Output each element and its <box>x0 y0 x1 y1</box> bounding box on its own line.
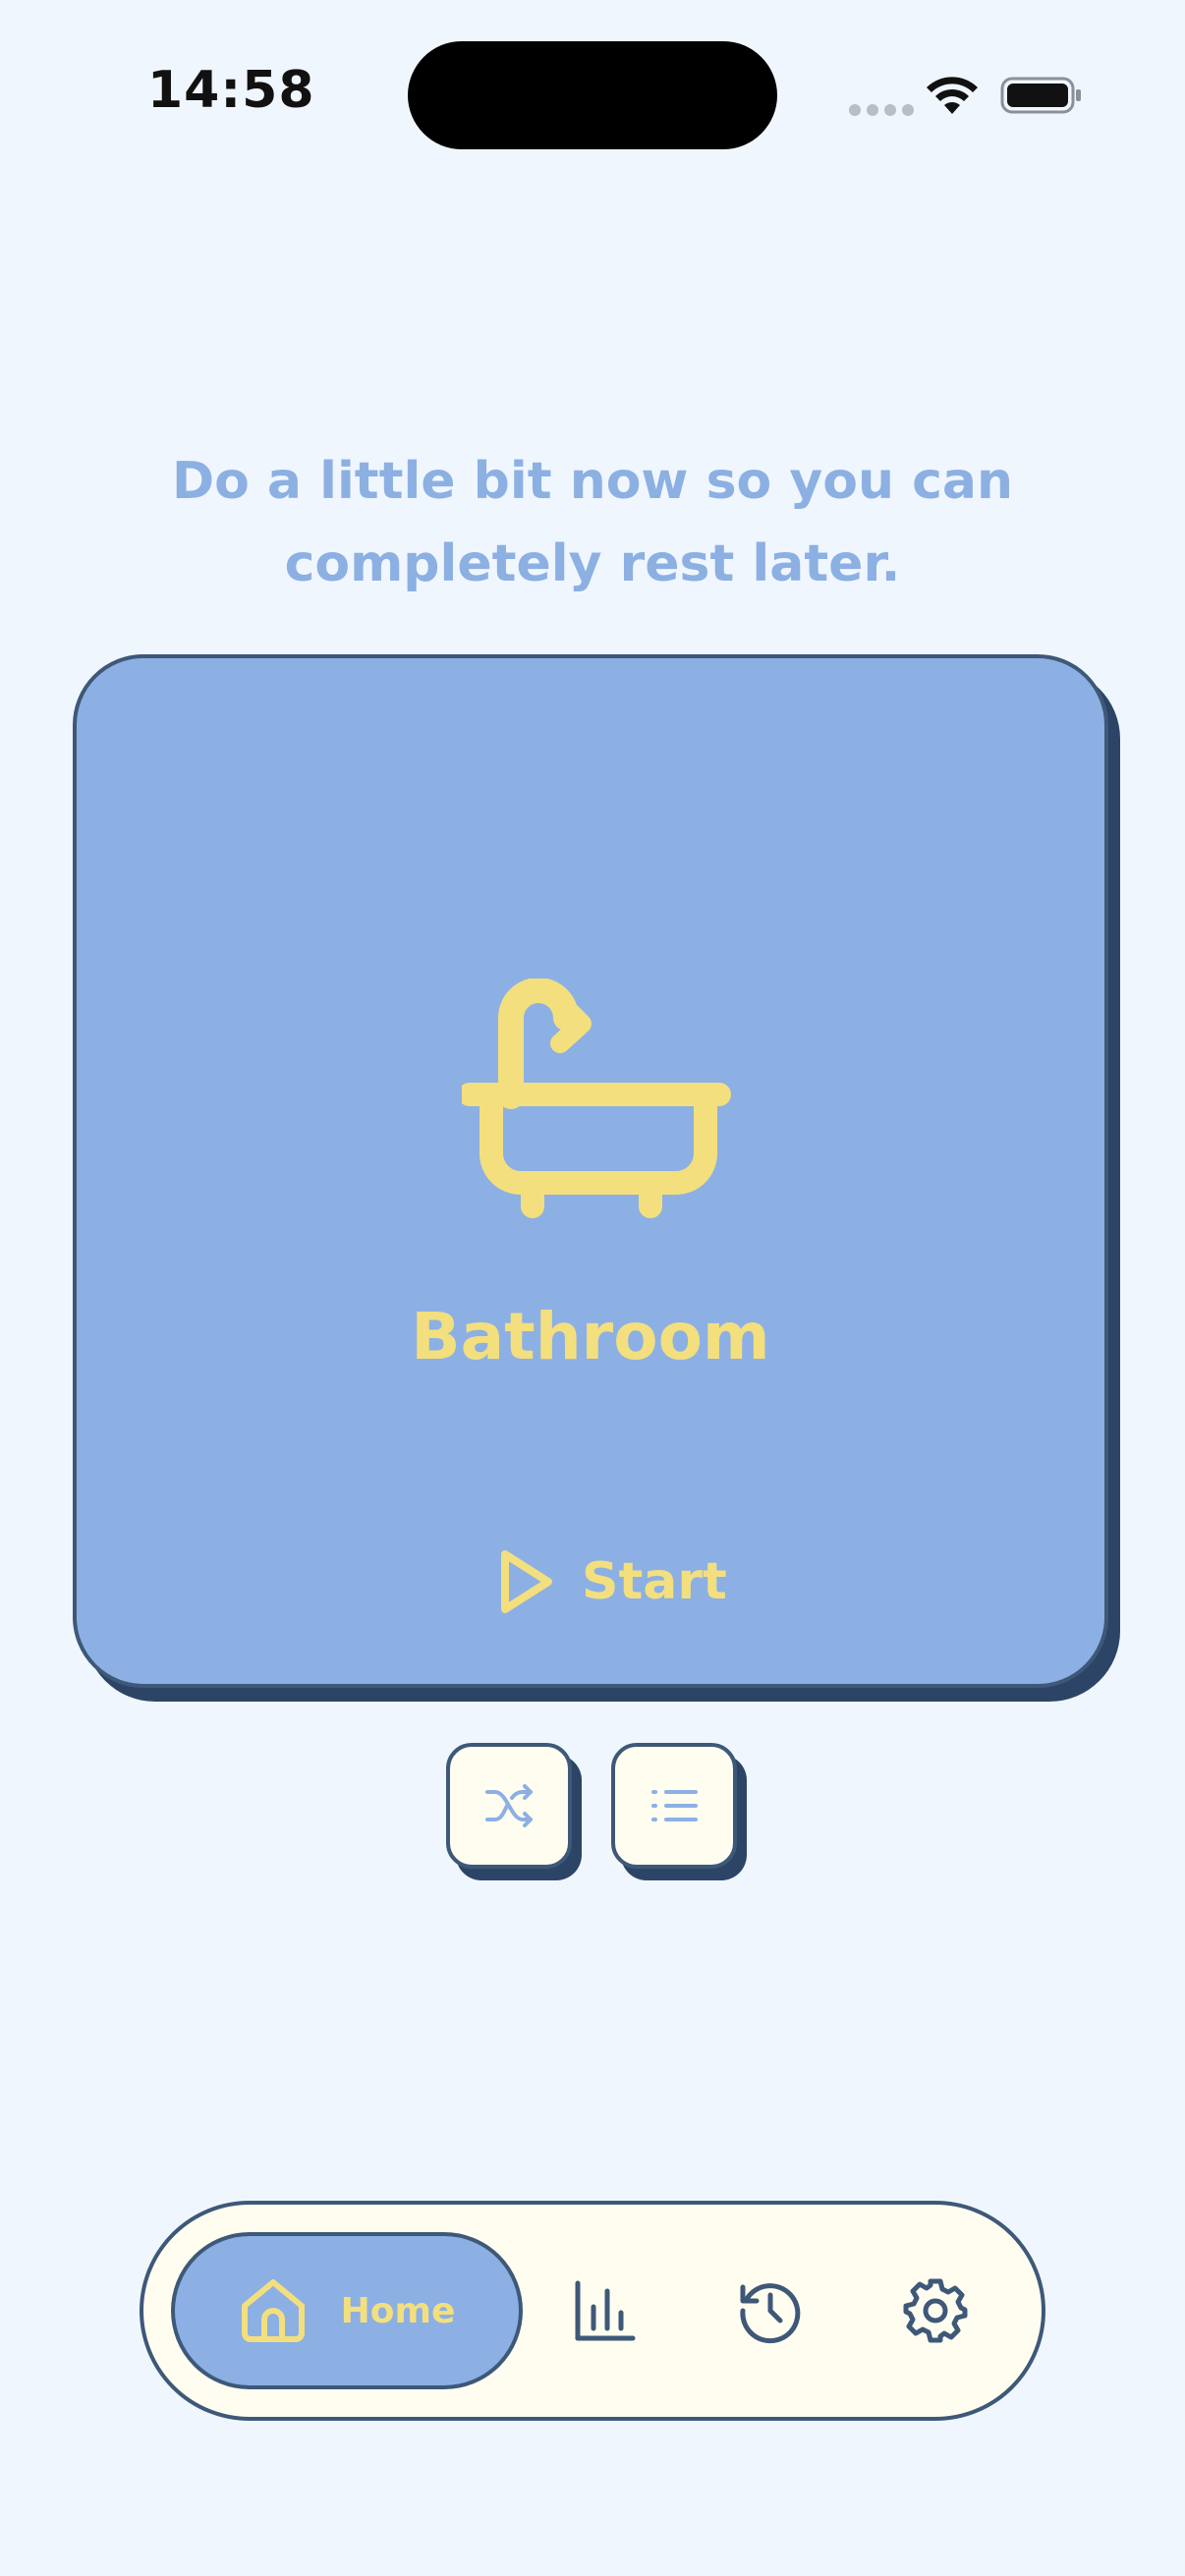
home-icon <box>241 2279 305 2342</box>
start-label: Start <box>582 1552 727 1611</box>
status-time: 14:58 <box>147 61 315 120</box>
tab-history[interactable] <box>723 2264 818 2358</box>
motivational-quote: Do a little bit now so you can completel… <box>171 452 1014 593</box>
shuffle-icon <box>485 1784 533 1827</box>
dynamic-island <box>408 41 777 149</box>
status-bar: 14:58 <box>0 0 1185 187</box>
tab-settings[interactable] <box>888 2264 983 2358</box>
start-button[interactable]: Start <box>497 1542 727 1621</box>
tab-home-label: Home <box>340 2290 456 2331</box>
gear-icon <box>903 2278 968 2343</box>
history-icon <box>740 2283 801 2344</box>
play-icon <box>501 1550 552 1613</box>
list-icon <box>651 1790 698 1821</box>
shuffle-button[interactable] <box>446 1743 572 1869</box>
tab-bar: Home <box>140 2201 1045 2421</box>
bathtub-icon <box>462 979 731 1218</box>
list-button[interactable] <box>611 1743 737 1869</box>
task-name: Bathroom <box>411 1299 770 1374</box>
wifi-icon <box>927 77 978 114</box>
task-card[interactable]: Bathroom Start <box>73 654 1108 1688</box>
tab-stats[interactable] <box>558 2264 652 2358</box>
tab-home[interactable]: Home <box>171 2232 523 2389</box>
battery-icon <box>1000 77 1081 114</box>
cellular-signal-icon <box>849 104 914 116</box>
bar-chart-icon <box>575 2280 636 2341</box>
